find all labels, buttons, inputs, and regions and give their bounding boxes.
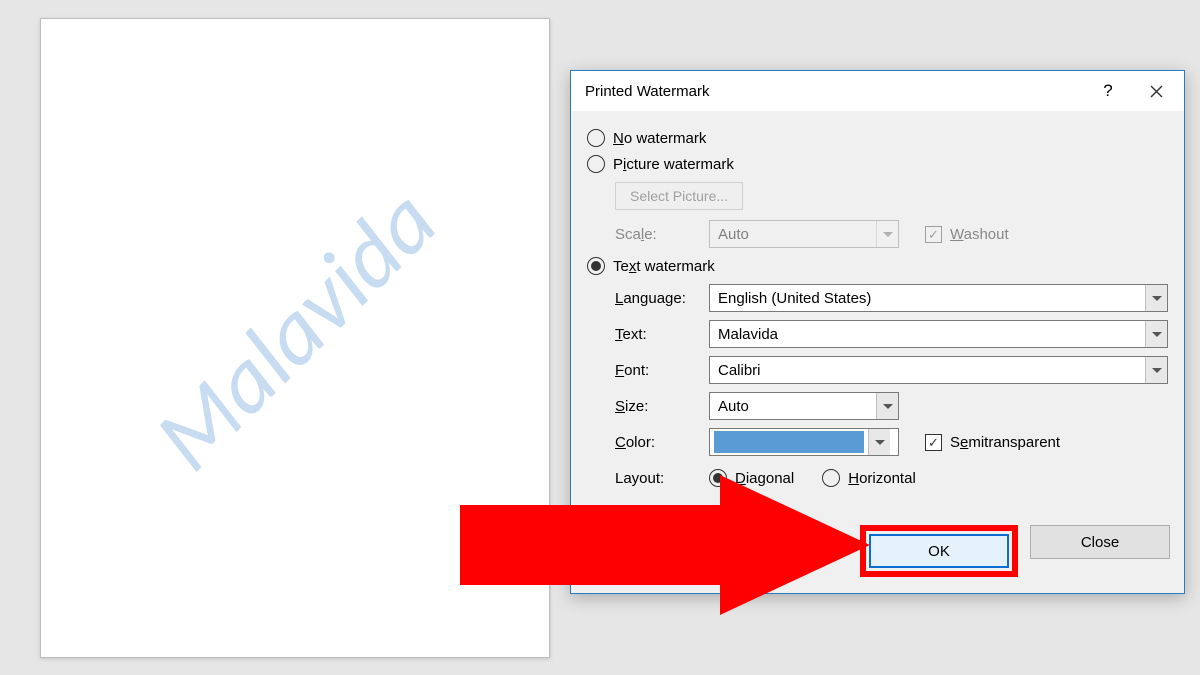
close-button[interactable]: Close [1030,525,1170,559]
radio-icon [709,469,727,487]
dialog-footer: OK Close [571,517,1184,593]
radio-label: Horizontal [848,470,916,487]
text-value: Malavida [710,326,1145,343]
text-combo[interactable]: Malavida [709,320,1168,348]
scale-label: Scale: [615,226,709,243]
close-icon[interactable] [1132,74,1180,108]
radio-label: Diagonal [735,470,794,487]
color-combo[interactable] [709,428,899,456]
watermark-text: Malavida [131,165,459,493]
dialog-titlebar: Printed Watermark ? [571,71,1184,111]
radio-icon [587,155,605,173]
ok-highlight-annotation: OK [860,525,1018,577]
scale-combo: Auto [709,220,899,248]
printed-watermark-dialog: Printed Watermark ? No watermark Picture… [570,70,1185,594]
language-label: Language: [615,290,709,307]
language-combo[interactable]: English (United States) [709,284,1168,312]
washout-checkbox [925,226,942,243]
size-label: Size: [615,398,709,415]
radio-picture-watermark[interactable]: Picture watermark [587,155,1168,173]
radio-icon [822,469,840,487]
language-value: English (United States) [710,290,1145,307]
scale-value: Auto [710,226,876,243]
chevron-down-icon[interactable] [1145,285,1167,311]
radio-icon [587,129,605,147]
radio-no-watermark[interactable]: No watermark [587,129,1168,147]
chevron-down-icon[interactable] [868,429,890,455]
washout-label: Washout [950,226,1009,243]
layout-label: Layout: [615,470,709,487]
select-picture-button: Select Picture... [615,182,743,210]
color-swatch [714,431,864,453]
radio-label: Picture watermark [613,156,734,173]
radio-label: No watermark [613,130,706,147]
size-combo[interactable]: Auto [709,392,899,420]
color-label: Color: [615,434,709,451]
document-page: Malavida [40,18,550,658]
radio-icon [587,257,605,275]
chevron-down-icon[interactable] [1145,321,1167,347]
semitransparent-checkbox[interactable] [925,434,942,451]
font-value: Calibri [710,362,1145,379]
chevron-down-icon[interactable] [1145,357,1167,383]
radio-diagonal[interactable]: Diagonal [709,469,794,487]
chevron-down-icon[interactable] [876,393,898,419]
font-label: Font: [615,362,709,379]
radio-text-watermark[interactable]: Text watermark [587,257,1168,275]
ok-button[interactable]: OK [869,534,1009,568]
semitransparent-label: Semitransparent [950,434,1060,451]
help-button[interactable]: ? [1084,74,1132,108]
radio-label: Text watermark [613,258,715,275]
radio-horizontal[interactable]: Horizontal [822,469,916,487]
size-value: Auto [710,398,876,415]
dialog-title: Printed Watermark [585,83,1084,100]
text-label: Text: [615,326,709,343]
font-combo[interactable]: Calibri [709,356,1168,384]
chevron-down-icon [876,221,898,247]
